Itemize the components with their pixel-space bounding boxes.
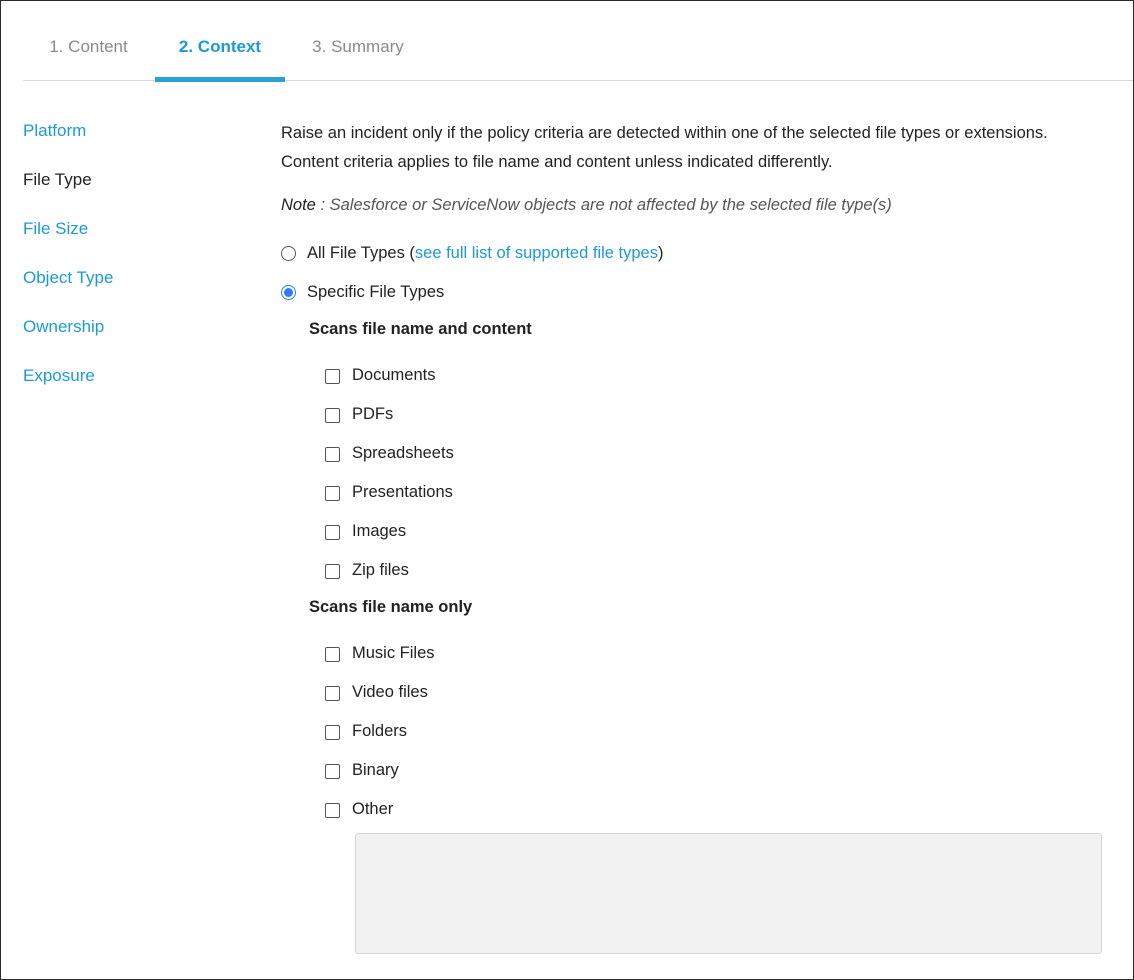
active-tab-indicator bbox=[155, 77, 285, 82]
policy-editor-panel: 1. Content 2. Context 3. Summary Platfor… bbox=[0, 0, 1134, 980]
checkbox-music-files-box[interactable] bbox=[325, 647, 340, 662]
sidebar-item-file-size[interactable]: File Size bbox=[23, 209, 223, 258]
checkbox-spreadsheets[interactable]: Spreadsheets bbox=[325, 442, 454, 464]
checkbox-presentations-label: Presentations bbox=[352, 482, 453, 501]
checkbox-pdfs[interactable]: PDFs bbox=[325, 403, 393, 425]
sidebar-item-ownership[interactable]: Ownership bbox=[23, 307, 223, 356]
radio-specific-file-types-control[interactable] bbox=[281, 284, 296, 300]
checkbox-zip-files-box[interactable] bbox=[325, 564, 340, 579]
supported-file-types-link[interactable]: see full list of supported file types bbox=[415, 244, 658, 263]
sidebar-item-platform[interactable]: Platform bbox=[23, 111, 223, 160]
sidebar-item-file-type[interactable]: File Type bbox=[23, 160, 223, 209]
radio-all-file-types-control[interactable] bbox=[281, 245, 296, 261]
radio-all-file-types-suffix: ) bbox=[657, 243, 664, 262]
radio-specific-file-types[interactable]: Specific File Types bbox=[281, 280, 444, 304]
note-text: : Salesforce or ServiceNow objects are n… bbox=[315, 196, 892, 214]
file-type-note: Note : Salesforce or ServiceNow objects … bbox=[281, 196, 1081, 215]
checkbox-video-files-box[interactable] bbox=[325, 686, 340, 701]
radio-all-file-types-label: All File Types ( bbox=[307, 243, 415, 262]
tab-context-label: 2. Context bbox=[178, 37, 262, 56]
checkbox-binary-label: Binary bbox=[352, 760, 399, 779]
checkbox-music-files-label: Music Files bbox=[352, 643, 435, 662]
checkbox-video-files[interactable]: Video files bbox=[325, 681, 428, 703]
tab-summary-label: 3. Summary bbox=[312, 37, 404, 56]
checkbox-pdfs-box[interactable] bbox=[325, 408, 340, 423]
checkbox-documents[interactable]: Documents bbox=[325, 364, 435, 386]
checkbox-zip-files-label: Zip files bbox=[352, 560, 409, 579]
checkbox-other-label: Other bbox=[352, 799, 394, 818]
section-title-name-only: Scans file name only bbox=[309, 598, 473, 616]
wizard-tabs: 1. Content 2. Context 3. Summary bbox=[23, 1, 1133, 82]
tab-context[interactable]: 2. Context bbox=[155, 1, 285, 82]
checkbox-images-label: Images bbox=[352, 521, 407, 540]
checkbox-images-box[interactable] bbox=[325, 525, 340, 540]
radio-specific-file-types-label: Specific File Types bbox=[307, 282, 445, 301]
checkbox-presentations[interactable]: Presentations bbox=[325, 481, 453, 503]
checkbox-folders-box[interactable] bbox=[325, 725, 340, 740]
checkbox-pdfs-label: PDFs bbox=[352, 404, 394, 423]
tab-content[interactable]: 1. Content bbox=[23, 1, 154, 81]
tab-summary[interactable]: 3. Summary bbox=[293, 1, 423, 81]
checkbox-video-files-label: Video files bbox=[352, 682, 428, 701]
checkbox-binary-box[interactable] bbox=[325, 764, 340, 779]
checkbox-zip-files[interactable]: Zip files bbox=[325, 559, 409, 581]
checkbox-documents-box[interactable] bbox=[325, 369, 340, 384]
checkbox-music-files[interactable]: Music Files bbox=[325, 642, 435, 664]
tab-content-label: 1. Content bbox=[49, 37, 128, 56]
note-label: Note bbox=[281, 196, 316, 214]
checkbox-presentations-box[interactable] bbox=[325, 486, 340, 501]
checkbox-other[interactable]: Other bbox=[325, 798, 393, 820]
checkbox-spreadsheets-label: Spreadsheets bbox=[352, 443, 454, 462]
checkbox-documents-label: Documents bbox=[352, 365, 436, 384]
file-type-description: Raise an incident only if the policy cri… bbox=[281, 124, 1048, 171]
checkbox-binary[interactable]: Binary bbox=[325, 759, 399, 781]
sidebar-item-object-type[interactable]: Object Type bbox=[23, 258, 223, 307]
checkbox-images[interactable]: Images bbox=[325, 520, 406, 542]
checkbox-other-box[interactable] bbox=[325, 803, 340, 818]
radio-all-file-types[interactable]: All File Types (see full list of support… bbox=[281, 241, 663, 265]
checkbox-spreadsheets-box[interactable] bbox=[325, 447, 340, 462]
section-title-name-and-content: Scans file name and content bbox=[309, 320, 532, 338]
other-extensions-textarea[interactable] bbox=[355, 833, 1102, 954]
checkbox-folders-label: Folders bbox=[352, 721, 408, 740]
sidebar-item-exposure[interactable]: Exposure bbox=[23, 356, 223, 405]
context-sidebar: Platform File Type File Size Object Type… bbox=[23, 111, 223, 405]
checkbox-folders[interactable]: Folders bbox=[325, 720, 407, 742]
